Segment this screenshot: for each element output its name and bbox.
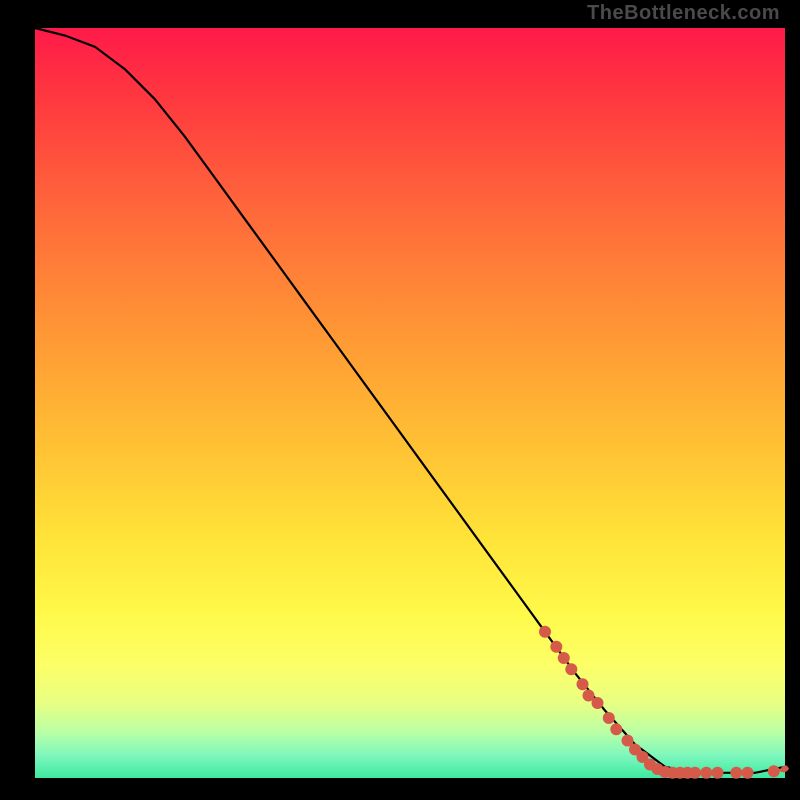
data-marker — [768, 765, 780, 777]
attribution-text: TheBottleneck.com — [587, 2, 780, 25]
plot-area — [35, 28, 785, 778]
marker-group — [539, 626, 780, 779]
data-marker — [550, 641, 562, 653]
data-marker — [689, 767, 701, 779]
data-marker — [712, 767, 724, 779]
ribbon-end-icon — [779, 765, 789, 772]
chart-svg — [35, 28, 785, 778]
curve-line — [35, 28, 785, 773]
data-marker — [742, 767, 754, 779]
data-marker — [730, 767, 742, 779]
chart-frame: TheBottleneck.com — [0, 0, 800, 800]
data-marker — [558, 652, 570, 664]
data-marker — [592, 697, 604, 709]
data-marker — [565, 663, 577, 675]
data-marker — [577, 678, 589, 690]
data-marker — [610, 723, 622, 735]
data-marker — [539, 626, 551, 638]
data-marker — [603, 712, 615, 724]
data-marker — [700, 767, 712, 779]
